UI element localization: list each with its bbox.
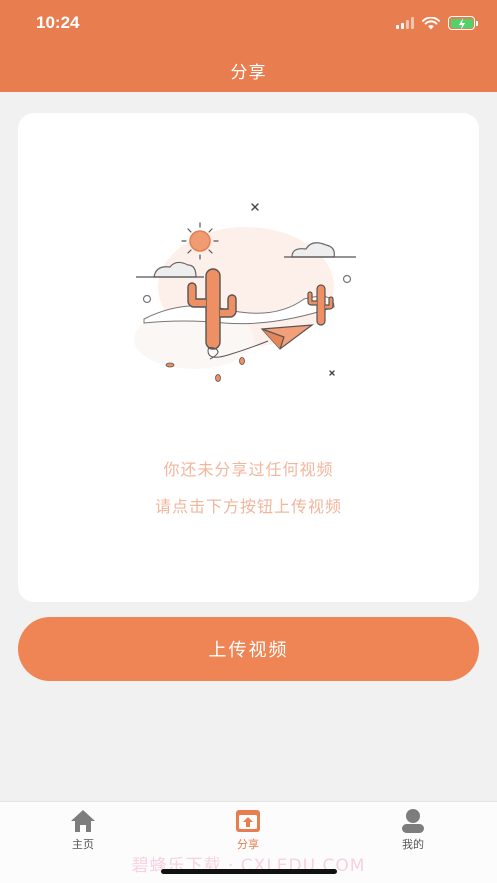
- home-icon: [71, 810, 95, 832]
- empty-state-card: 你还未分享过任何视频 请点击下方按钮上传视频: [18, 113, 479, 602]
- person-icon: [402, 809, 424, 833]
- screen: 10:24 分享 你还未分享过任何视频 请点击下方按钮上传视频 上传视频 主页 …: [0, 0, 497, 883]
- app-header: 10:24 分享: [0, 0, 497, 92]
- tab-mine[interactable]: 我的: [373, 808, 453, 852]
- cellular-signal-icon: [396, 17, 414, 29]
- home-indicator: [161, 869, 337, 874]
- tab-share-label: 分享: [237, 838, 259, 851]
- tab-home-label: 主页: [72, 838, 94, 851]
- empty-state-message: 你还未分享过任何视频: [163, 460, 334, 479]
- desert-empty-illustration: [134, 203, 356, 382]
- battery-icon: [448, 16, 478, 30]
- tab-mine-label: 我的: [402, 838, 424, 851]
- tab-share[interactable]: 分享: [208, 808, 288, 852]
- share-upload-icon: [236, 810, 260, 832]
- wifi-icon: [422, 16, 440, 29]
- page-title: 分享: [230, 63, 267, 83]
- tab-home[interactable]: 主页: [43, 808, 123, 852]
- status-icons: [396, 16, 478, 30]
- status-time: 10:24: [36, 13, 80, 32]
- upload-video-button[interactable]: 上传视频: [18, 617, 479, 681]
- empty-state-hint: 请点击下方按钮上传视频: [154, 497, 342, 516]
